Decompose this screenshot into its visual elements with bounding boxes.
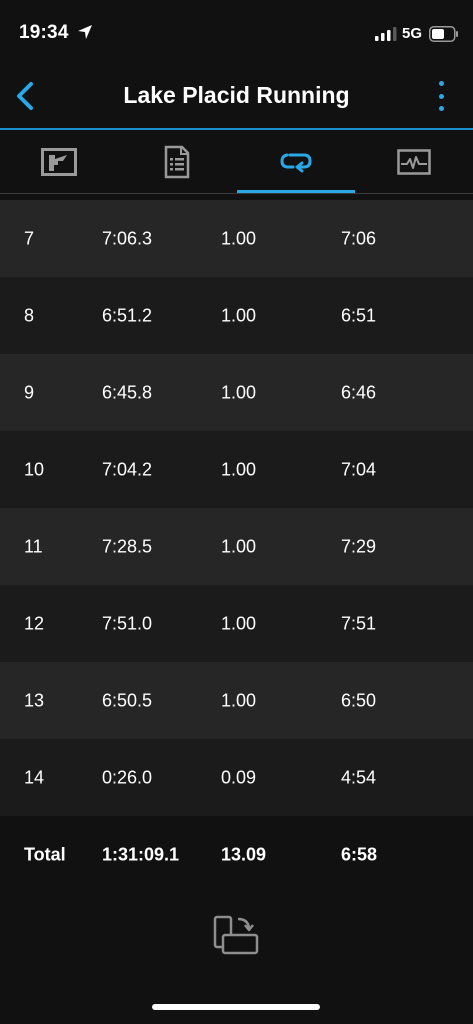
lap-distance: 1.00 xyxy=(221,228,257,248)
lap-pace: 6:46 xyxy=(341,382,377,402)
lap-distance: 1.00 xyxy=(221,382,257,402)
lap-time: 6:45.8 xyxy=(102,382,153,402)
table-row[interactable]: 12 7:51.0 1.00 7:51 xyxy=(0,585,473,662)
table-row[interactable]: 14 0:26.0 0.09 4:54 xyxy=(0,739,473,816)
lap-pace: 7:29 xyxy=(341,536,377,556)
tab-bar xyxy=(0,130,473,193)
lap-time: 6:51.2 xyxy=(102,305,153,325)
lap-pace: 6:51 xyxy=(341,305,377,325)
lap-pace: 7:04 xyxy=(341,459,377,479)
lap-pace: 4:54 xyxy=(341,767,377,787)
page-title: Lake Placid Running xyxy=(123,82,350,108)
lap-distance: 1.00 xyxy=(221,690,257,710)
lap-number: 9 xyxy=(24,382,35,402)
signal-strength-icon xyxy=(375,27,397,41)
tab-summary[interactable] xyxy=(118,130,236,193)
lap-time: 0:26.0 xyxy=(102,767,153,787)
tab-bar-divider xyxy=(0,193,473,194)
screen: 19:34 5G Lake Placid Running 7 7:06.3 1.… xyxy=(0,0,473,1024)
back-button[interactable] xyxy=(8,78,42,114)
lap-time: 7:51.0 xyxy=(102,613,153,633)
lap-distance: 1.00 xyxy=(221,459,257,479)
app-header: Lake Placid Running xyxy=(0,66,473,128)
lap-time: 7:04.2 xyxy=(102,459,153,479)
lap-number: 12 xyxy=(24,613,45,633)
more-options-button[interactable] xyxy=(433,78,449,114)
lap-distance: 0.09 xyxy=(221,767,257,787)
lap-time: 6:50.5 xyxy=(102,690,153,710)
chart-pulse-icon xyxy=(397,148,431,175)
home-indicator[interactable] xyxy=(152,1004,320,1010)
status-bar: 19:34 5G xyxy=(0,0,473,66)
total-row: Total 1:31:09.1 13.09 6:58 xyxy=(0,816,473,893)
lap-distance: 1.00 xyxy=(221,305,257,325)
table-row[interactable]: 10 7:04.2 1.00 7:04 xyxy=(0,431,473,508)
lap-time: 7:28.5 xyxy=(102,536,153,556)
table-row[interactable]: 11 7:28.5 1.00 7:29 xyxy=(0,508,473,585)
more-dot-icon xyxy=(438,81,444,86)
tab-charts[interactable] xyxy=(355,130,473,193)
lap-time: 7:06.3 xyxy=(102,228,153,248)
table-row[interactable]: 13 6:50.5 1.00 6:50 xyxy=(0,662,473,739)
battery-icon xyxy=(429,26,458,42)
table-row[interactable]: 8 6:51.2 1.00 6:51 xyxy=(0,277,473,354)
more-dot-icon xyxy=(438,93,444,99)
total-label: Total xyxy=(24,844,66,864)
more-dot-icon xyxy=(438,106,444,111)
chevron-left-icon xyxy=(17,82,33,110)
tab-map[interactable] xyxy=(0,130,118,193)
total-time: 1:31:09.1 xyxy=(102,844,180,864)
lap-distance: 1.00 xyxy=(221,536,257,556)
location-arrow-icon xyxy=(78,25,92,39)
network-label: 5G xyxy=(402,25,423,42)
lap-number: 8 xyxy=(24,305,35,325)
table-row[interactable]: 7 7:06.3 1.00 7:06 xyxy=(0,200,473,277)
laps-loop-icon xyxy=(280,153,312,172)
rotate-device-icon xyxy=(213,915,259,955)
status-time: 19:34 xyxy=(19,22,69,43)
rotate-screen-button[interactable] xyxy=(211,913,261,961)
lap-number: 14 xyxy=(24,767,45,787)
document-list-icon xyxy=(165,145,190,178)
lap-number: 13 xyxy=(24,690,45,710)
lap-pace: 6:50 xyxy=(341,690,377,710)
map-icon xyxy=(41,147,78,176)
tab-laps[interactable] xyxy=(236,130,356,193)
total-distance: 13.09 xyxy=(221,844,267,864)
table-row[interactable]: 9 6:45.8 1.00 6:46 xyxy=(0,354,473,431)
lap-pace: 7:06 xyxy=(341,228,377,248)
lap-pace: 7:51 xyxy=(341,613,377,633)
lap-number: 11 xyxy=(24,536,43,556)
lap-number: 10 xyxy=(24,459,45,479)
total-pace: 6:58 xyxy=(341,844,378,864)
lap-number: 7 xyxy=(24,228,35,248)
lap-distance: 1.00 xyxy=(221,613,257,633)
laps-table: 7 7:06.3 1.00 7:06 8 6:51.2 1.00 6:51 9 6:45.8 1.0… xyxy=(0,200,473,816)
